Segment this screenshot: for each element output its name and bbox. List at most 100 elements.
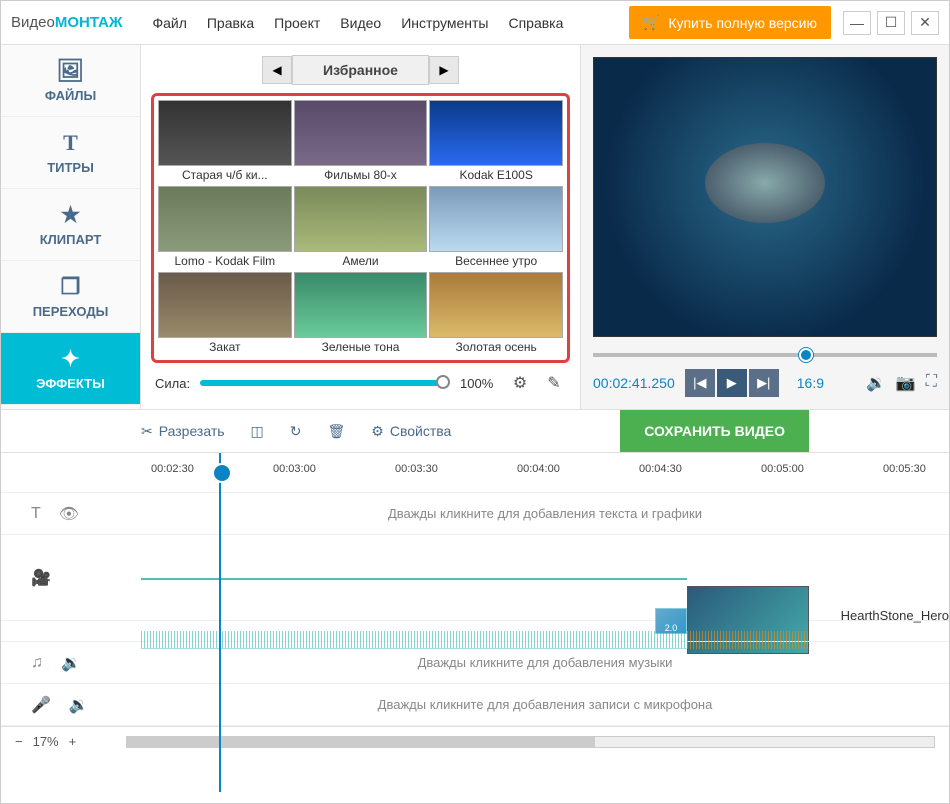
volume-icon[interactable]: 🔉: [69, 695, 89, 715]
effect-label: Зеленые тона: [294, 338, 428, 356]
wand-icon[interactable]: ✎: [542, 371, 566, 395]
trash-icon: 🗑: [328, 423, 346, 440]
snapshot-icon[interactable]: 📷: [896, 373, 916, 393]
preview-video[interactable]: [593, 57, 937, 337]
menu-edit[interactable]: Правка: [207, 15, 254, 31]
close-button[interactable]: ✕: [911, 11, 939, 35]
effect-label: Фильмы 80-х: [294, 166, 428, 184]
volume-icon[interactable]: 🔉: [61, 653, 81, 673]
sidebar-item-clipart[interactable]: ★ КЛИПАРТ: [1, 189, 140, 261]
sidebar-label: КЛИПАРТ: [40, 232, 102, 247]
star-icon: ★: [61, 202, 81, 228]
playhead[interactable]: [219, 453, 221, 792]
effect-thumb: [294, 272, 428, 338]
minimize-button[interactable]: ―: [843, 11, 871, 35]
menu-help[interactable]: Справка: [508, 15, 563, 31]
effect-label: Старая ч/б ки...: [158, 166, 292, 184]
zoom-bar: − 17% +: [1, 726, 949, 756]
category-label: Избранное: [292, 55, 429, 85]
timecode: 00:02:41.250: [593, 375, 675, 391]
effect-thumb: [294, 186, 428, 252]
strength-row: Сила: 100% ⚙ ✎: [151, 363, 570, 403]
effect-item[interactable]: Kodak E100S: [429, 100, 563, 184]
logo-text-b: МОНТАЖ: [55, 14, 123, 31]
mic-icon: 🎤: [31, 695, 51, 715]
menu-video[interactable]: Видео: [340, 15, 381, 31]
timeline-ruler[interactable]: 00:02:30 00:03:00 00:03:30 00:04:00 00:0…: [1, 453, 949, 493]
slider-thumb[interactable]: [436, 375, 450, 389]
text-track[interactable]: T 👁 Дважды кликните для добавления текст…: [1, 493, 949, 535]
aspect-ratio[interactable]: 16:9: [797, 375, 824, 391]
sidebar-item-files[interactable]: 🖼 ФАЙЛЫ: [1, 45, 140, 117]
sparkle-icon: ✦: [61, 346, 79, 372]
mic-track[interactable]: 🎤 🔉 Дважды кликните для добавления запис…: [1, 684, 949, 726]
sidebar-item-transitions[interactable]: ❐ ПЕРЕХОДЫ: [1, 261, 140, 333]
zoom-out-button[interactable]: −: [15, 734, 23, 749]
rotate-button[interactable]: ↻: [290, 423, 302, 440]
preview-scene: [594, 58, 936, 336]
sidebar-item-effects[interactable]: ✦ ЭФФЕКТЫ: [1, 333, 140, 405]
buy-button[interactable]: 🛒 Купить полную версию: [629, 6, 831, 39]
crop-icon: ◫: [251, 423, 264, 440]
seek-bar[interactable]: [593, 345, 937, 365]
ruler-mark: 00:04:30: [639, 463, 682, 475]
ruler-mark: 00:05:30: [883, 463, 926, 475]
play-button[interactable]: ▶: [717, 369, 747, 397]
audio-wave-track[interactable]: [1, 621, 949, 642]
sidebar-item-titles[interactable]: T ТИТРЫ: [1, 117, 140, 189]
fullscreen-icon[interactable]: ⛶: [926, 373, 937, 393]
delete-button[interactable]: 🗑: [328, 423, 346, 440]
gear-icon: ⚙: [371, 423, 384, 440]
buy-label: Купить полную версию: [668, 15, 817, 31]
maximize-button[interactable]: ☐: [877, 11, 905, 35]
crop-button[interactable]: ◫: [251, 423, 264, 440]
preview-panel: 00:02:41.250 |◀ ▶ ▶| 16:9 🔉 📷 ⛶: [581, 45, 949, 409]
menu-file[interactable]: Файл: [152, 15, 186, 31]
properties-button[interactable]: ⚙Свойства: [371, 423, 451, 440]
ruler-mark: 00:05:00: [761, 463, 804, 475]
save-video-button[interactable]: СОХРАНИТЬ ВИДЕО: [620, 410, 809, 452]
prev-frame-button[interactable]: |◀: [685, 369, 715, 397]
timeline-scrollbar[interactable]: [126, 736, 935, 748]
effect-label: Золотая осень: [429, 338, 563, 356]
main-area: 🖼 ФАЙЛЫ T ТИТРЫ ★ КЛИПАРТ ❐ ПЕРЕХОДЫ ✦ Э…: [1, 45, 949, 409]
next-frame-button[interactable]: ▶|: [749, 369, 779, 397]
strength-slider[interactable]: [200, 380, 450, 386]
zoom-in-button[interactable]: +: [69, 734, 77, 749]
eye-icon[interactable]: 👁: [59, 504, 79, 524]
video-clip-range[interactable]: [141, 578, 687, 580]
cut-button[interactable]: ✂Разрезать: [141, 423, 225, 440]
ruler-mark: 00:02:30: [151, 463, 194, 475]
layers-icon: ❐: [61, 274, 81, 300]
effect-thumb: [429, 186, 563, 252]
video-track[interactable]: 🎥 2.0 HearthStone_Hero: [1, 535, 949, 621]
effects-grid: Старая ч/б ки... Фильмы 80-х Kodak E100S…: [151, 93, 570, 363]
effect-thumb: [158, 272, 292, 338]
scrollbar-handle[interactable]: [127, 737, 595, 747]
effect-item[interactable]: Весеннее утро: [429, 186, 563, 270]
volume-icon[interactable]: 🔉: [866, 373, 886, 393]
effect-item[interactable]: Старая ч/б ки...: [158, 100, 292, 184]
settings-icon[interactable]: ⚙: [508, 371, 532, 395]
track-head: T 👁: [1, 504, 141, 524]
category-next-button[interactable]: ▶: [429, 56, 459, 84]
music-track[interactable]: ♫ 🔉 Дважды кликните для добавления музык…: [1, 642, 949, 684]
player-controls: 00:02:41.250 |◀ ▶ ▶| 16:9 🔉 📷 ⛶: [593, 369, 937, 397]
effect-item[interactable]: Амели: [294, 186, 428, 270]
menu-tools[interactable]: Инструменты: [401, 15, 488, 31]
titlebar: ВидеоМОНТАЖ Файл Правка Проект Видео Инс…: [1, 1, 949, 45]
window-controls: ― ☐ ✕: [843, 11, 939, 35]
rotate-icon: ↻: [290, 423, 302, 440]
effect-item[interactable]: Lomo - Kodak Film: [158, 186, 292, 270]
effect-item[interactable]: Золотая осень: [429, 272, 563, 356]
menu-project[interactable]: Проект: [274, 15, 320, 31]
category-prev-button[interactable]: ◀: [262, 56, 292, 84]
effect-item[interactable]: Закат: [158, 272, 292, 356]
effect-item[interactable]: Зеленые тона: [294, 272, 428, 356]
seek-handle[interactable]: [799, 348, 813, 362]
app-logo: ВидеоМОНТАЖ: [11, 14, 122, 31]
sidebar-label: ПЕРЕХОДЫ: [33, 304, 109, 319]
effect-item[interactable]: Фильмы 80-х: [294, 100, 428, 184]
track-hint: Дважды кликните для добавления текста и …: [141, 494, 949, 533]
camera-icon: 🎥: [31, 568, 51, 588]
